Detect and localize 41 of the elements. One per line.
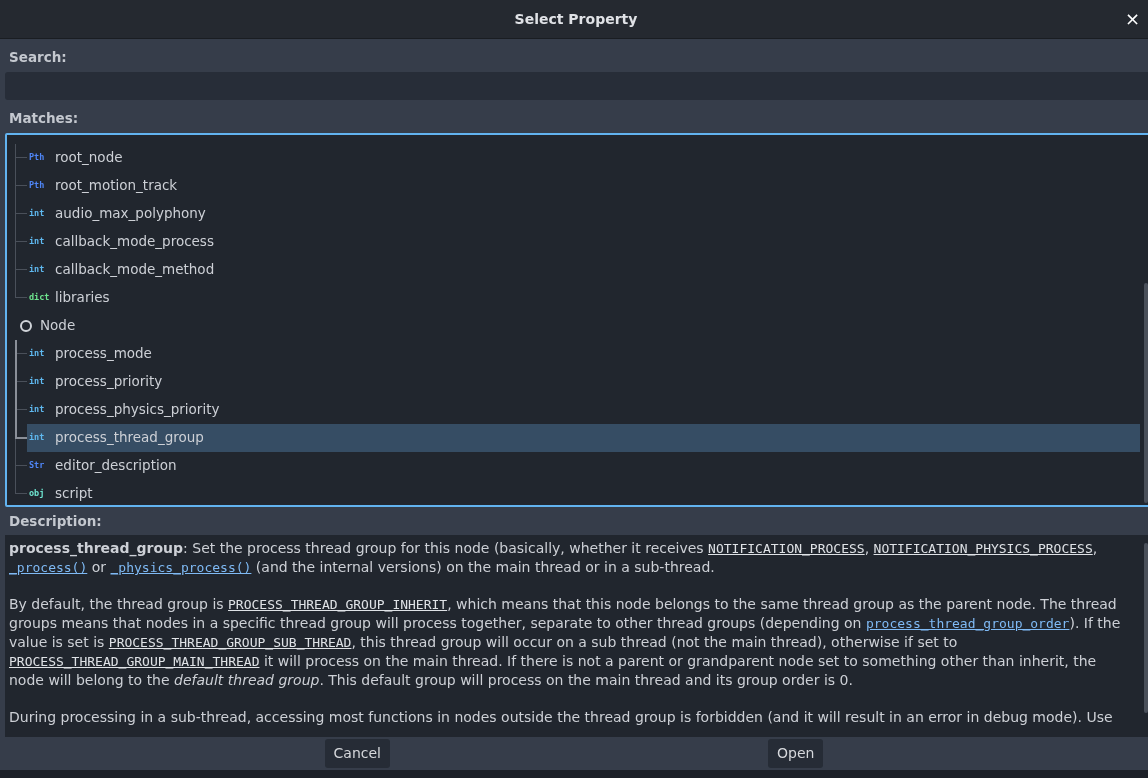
search-label: Search: — [8, 49, 68, 66]
tree-item[interactable]: Pth root_motion_track — [27, 171, 1140, 200]
type-icon: int — [27, 263, 55, 276]
matches-label: Matches: — [8, 110, 80, 127]
type-icon: Pth — [27, 151, 55, 164]
tree-item[interactable]: int process_priority — [27, 367, 1140, 396]
type-icon: int — [27, 431, 55, 444]
tree-item[interactable]: Str editor_description — [27, 451, 1140, 480]
tree-group-label[interactable]: Node — [40, 315, 76, 336]
tree-item[interactable]: int process_mode — [27, 339, 1140, 368]
code-link[interactable]: _physics_process() — [110, 560, 252, 576]
tree-item[interactable]: obj script — [27, 479, 1140, 506]
description-paragraph: process_thread_group: Set the process thread group for this node (basically, whether it receives NOTIFICATION_PROCESS, NOTIFICATION_PHYSICS_PROCESS, _process() or _physics_process() (and the internal versions) on the main thread or in a sub-thread. — [9, 539, 1099, 578]
type-icon: Pth — [27, 179, 55, 192]
type-icon: int — [27, 375, 55, 388]
tree-item[interactable]: int process_physics_priority — [27, 395, 1140, 424]
description-paragraph: During processing in a sub-thread, accessing most functions in nodes outside the thread group is forbidden (and it will result in an error in debug mode). Use — [9, 708, 1114, 728]
type-icon: dict — [27, 291, 55, 304]
type-icon: int — [27, 207, 55, 220]
type-icon: int — [27, 403, 55, 416]
scrollbar-thumb[interactable] — [1144, 282, 1148, 503]
description-label: Description: — [8, 513, 103, 530]
description-paragraph: By default, the thread group is PROCESS_THREAD_GROUP_INHERIT, which means that this node belongs to the same thread group as the parent node. The thread groups means that nodes in a specific thread group will process together, separate to other thread groups (depending on process_thread_group_order). If the value is set is PROCESS_THREAD_GROUP_SUB_THREAD, this thread group will occur on a sub thread (not the main thread), otherwise if set to PROCESS_THREAD_GROUP_MAIN_THREAD it will process on the main thread. If there is not a parent or grandparent node set to something other than inherit, the node will belong to the default thread group. This default group will process on the main thread and its group order is 0. — [9, 595, 1122, 691]
window-title: Select Property — [514, 9, 638, 29]
tree-item[interactable]: dict libraries — [27, 283, 1140, 312]
dialog-button[interactable]: Open — [768, 738, 824, 768]
tree-item[interactable]: int callback_mode_process — [27, 227, 1140, 256]
close-button[interactable]: × — [1122, 8, 1142, 30]
node-icon — [20, 319, 32, 332]
type-icon: obj — [27, 487, 55, 500]
type-icon: Str — [27, 459, 55, 472]
type-icon: int — [27, 235, 55, 248]
tree-item[interactable]: int process_thread_group — [27, 423, 1140, 452]
code-link[interactable]: process_thread_group_order — [865, 616, 1070, 632]
type-icon: int — [27, 347, 55, 360]
code-link[interactable]: _process() — [9, 560, 88, 576]
tree-item[interactable]: Pth root_node — [27, 143, 1140, 172]
tree-item[interactable]: int callback_mode_method — [27, 255, 1140, 284]
scrollbar-thumb[interactable] — [1144, 543, 1148, 714]
dialog-button[interactable]: Cancel — [324, 738, 390, 768]
tree-item[interactable]: int audio_max_polyphony — [27, 199, 1140, 228]
